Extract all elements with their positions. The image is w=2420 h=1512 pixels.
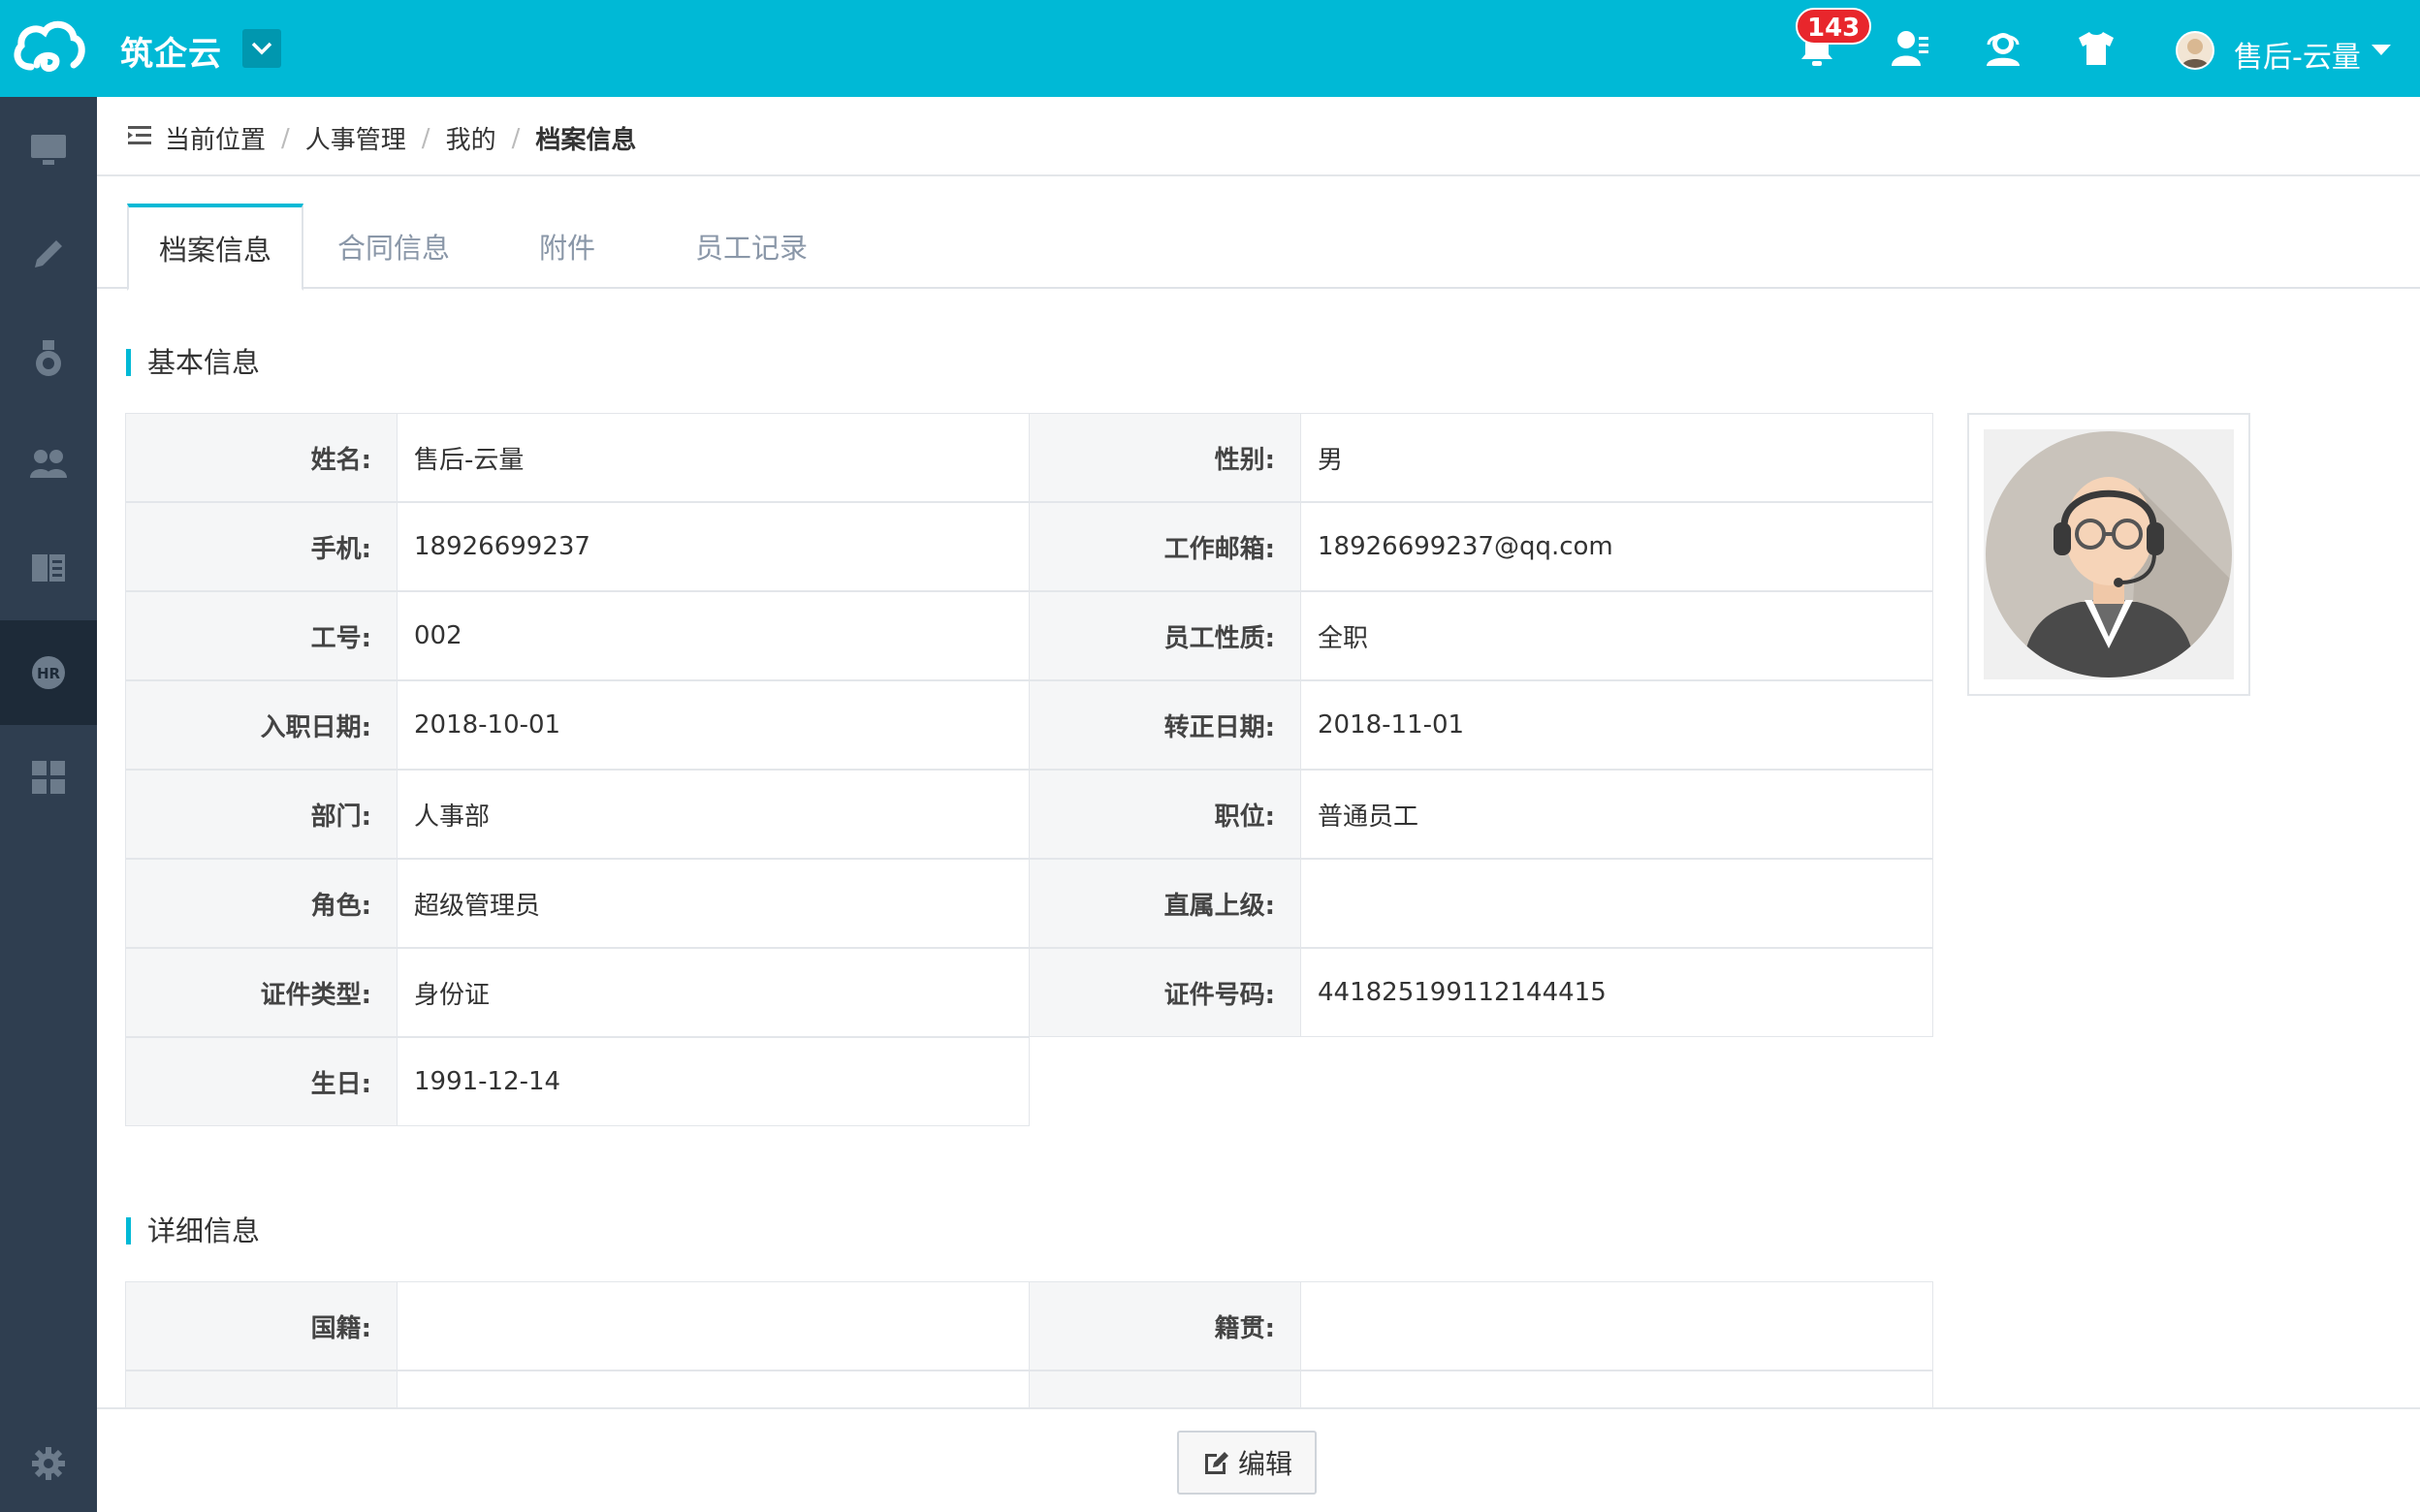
logo-icon[interactable]	[0, 0, 97, 97]
field-value: 身份证	[397, 948, 1030, 1037]
profile-photo	[1967, 413, 2250, 696]
field-value	[1300, 859, 1933, 948]
field-label: 籍贯:	[1029, 1281, 1301, 1370]
tab-bar: 档案信息 合同信息 附件 员工记录	[97, 204, 2420, 291]
breadcrumb-item-mine[interactable]: 我的	[446, 120, 496, 156]
breadcrumb: 当前位置 / 人事管理 / 我的 / 档案信息	[97, 97, 2420, 176]
tab-contract[interactable]: 合同信息	[312, 204, 475, 289]
field-value: 1991-12-14	[397, 1037, 1030, 1126]
edit-icon	[1204, 1452, 1228, 1474]
field-label: 入职日期:	[125, 680, 398, 770]
breadcrumb-separator: /	[421, 123, 430, 153]
sidebar-item-hr[interactable]: HR	[0, 620, 97, 725]
tab-employee-records[interactable]: 员工记录	[659, 204, 844, 289]
support-icon[interactable]	[1980, 25, 2026, 72]
users-icon	[30, 450, 67, 478]
user-card-icon[interactable]	[1887, 25, 1933, 72]
brand-dropdown-button[interactable]	[242, 29, 281, 68]
field-value: 普通员工	[1300, 770, 1933, 859]
field-value: 人事部	[397, 770, 1030, 859]
notification-badge: 143	[1796, 8, 1872, 45]
svg-text:HR: HR	[37, 665, 61, 682]
field-label: 角色:	[125, 859, 398, 948]
field-value: 售后-云量	[397, 413, 1030, 502]
support-agent-avatar-icon	[1986, 431, 2232, 677]
shirt-icon[interactable]	[2073, 25, 2119, 72]
book-icon	[32, 554, 65, 582]
field-label: 姓名:	[125, 413, 398, 502]
field-label: 工号:	[125, 591, 398, 680]
breadcrumb-item-hr-management[interactable]: 人事管理	[305, 120, 406, 156]
menu-indent-icon[interactable]	[128, 124, 153, 147]
sidebar-item-dashboard[interactable]	[0, 97, 97, 202]
edit-button-label: 编辑	[1237, 1448, 1292, 1480]
avatar[interactable]	[2176, 31, 2214, 70]
field-value: 18926699237@qq.com	[1300, 502, 1933, 591]
caret-down-icon[interactable]	[2372, 45, 2391, 55]
field-value: 超级管理员	[397, 859, 1030, 948]
field-value	[397, 1281, 1030, 1370]
breadcrumb-prefix: 当前位置	[165, 126, 267, 155]
table-row: 手机: 18926699237 工作邮箱: 18926699237@qq.com	[125, 502, 1939, 592]
sidebar-item-settings[interactable]	[0, 1415, 97, 1512]
field-value: 全职	[1300, 591, 1933, 680]
sidebar: HR	[0, 97, 97, 1512]
field-label: 职位:	[1029, 770, 1301, 859]
field-label: 转正日期:	[1029, 680, 1301, 770]
pencil-icon	[35, 240, 62, 268]
breadcrumb-separator: /	[281, 123, 290, 153]
basic-info-table: 姓名: 售后-云量 性别: 男 手机: 18926699237 工作邮箱: 18…	[125, 413, 1939, 1127]
field-label: 员工性质:	[1029, 591, 1301, 680]
sidebar-item-apps[interactable]	[0, 725, 97, 830]
table-row: 姓名: 售后-云量 性别: 男	[125, 413, 1939, 503]
sidebar-item-team[interactable]	[0, 411, 97, 516]
breadcrumb-separator: /	[511, 123, 521, 153]
edit-button[interactable]: 编辑	[1177, 1431, 1317, 1495]
table-row: 生日: 1991-12-14	[125, 1037, 1939, 1127]
field-label: 性别:	[1029, 413, 1301, 502]
table-row: 国籍: 籍贯:	[125, 1281, 1939, 1371]
tab-profile[interactable]: 档案信息	[127, 204, 303, 291]
field-label: 证件号码:	[1029, 948, 1301, 1037]
hr-icon: HR	[32, 656, 65, 689]
table-row: 部门: 人事部 职位: 普通员工	[125, 770, 1939, 860]
breadcrumb-current: 档案信息	[535, 126, 637, 155]
field-label: 工作邮箱:	[1029, 502, 1301, 591]
field-label: 直属上级:	[1029, 859, 1301, 948]
sidebar-item-edit[interactable]	[0, 202, 97, 306]
field-label: 国籍:	[125, 1281, 398, 1370]
field-label: 手机:	[125, 502, 398, 591]
field-value	[1300, 1281, 1933, 1370]
top-header: 筑企云 143 售后-云量	[0, 0, 2420, 97]
chevron-down-icon	[251, 42, 272, 55]
table-row: 入职日期: 2018-10-01 转正日期: 2018-11-01	[125, 680, 1939, 771]
sidebar-item-awards[interactable]	[0, 306, 97, 411]
field-value: 2018-11-01	[1300, 680, 1933, 770]
table-row: 证件类型: 身份证 证件号码: 441825199112144415	[125, 948, 1939, 1038]
sidebar-item-docs[interactable]	[0, 516, 97, 620]
field-value: 002	[397, 591, 1030, 680]
user-name[interactable]: 售后-云量	[2234, 33, 2361, 76]
section-title-basic: 基本信息	[126, 347, 260, 378]
field-label: 生日:	[125, 1037, 398, 1126]
tab-attachments[interactable]: 附件	[494, 204, 640, 289]
grid-icon	[32, 761, 65, 794]
field-label: 部门:	[125, 770, 398, 859]
action-bar: 编辑	[97, 1407, 2420, 1512]
monitor-icon	[31, 135, 66, 165]
medal-icon	[36, 340, 61, 376]
field-label: 证件类型:	[125, 948, 398, 1037]
field-value: 441825199112144415	[1300, 948, 1933, 1037]
gear-icon	[32, 1447, 65, 1480]
table-row: 工号: 002 员工性质: 全职	[125, 591, 1939, 681]
field-value: 男	[1300, 413, 1933, 502]
field-value: 2018-10-01	[397, 680, 1030, 770]
brand-name: 筑企云	[120, 35, 222, 74]
section-title-detail: 详细信息	[126, 1215, 260, 1246]
field-value: 18926699237	[397, 502, 1030, 591]
table-row: 角色: 超级管理员 直属上级:	[125, 859, 1939, 949]
